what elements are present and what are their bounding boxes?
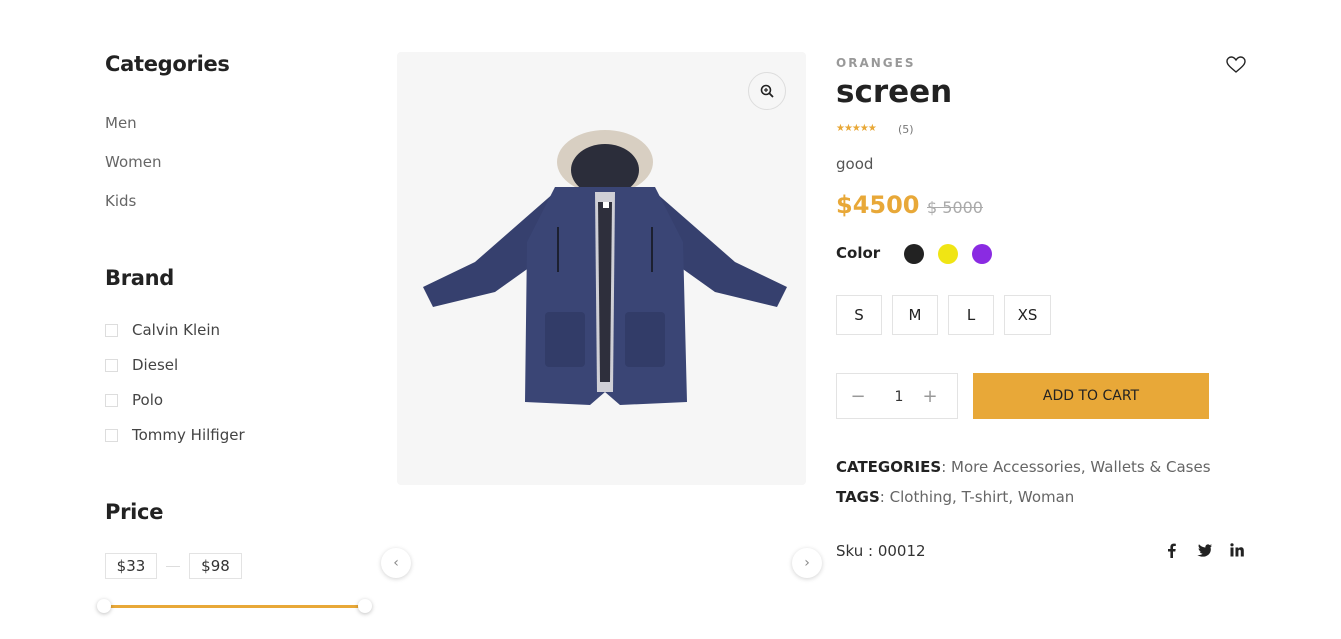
size-option-l[interactable]: L bbox=[948, 295, 994, 335]
brand-filter-tommy-hilfiger[interactable]: Tommy Hilfiger bbox=[105, 426, 245, 444]
size-option-m[interactable]: M bbox=[892, 295, 938, 335]
brand-filter-polo[interactable]: Polo bbox=[105, 391, 163, 409]
linkedin-icon[interactable] bbox=[1229, 542, 1245, 558]
checkbox[interactable] bbox=[105, 323, 118, 337]
chevron-left-icon: ‹ bbox=[393, 555, 399, 571]
original-price: $ 5000 bbox=[927, 198, 983, 217]
tags-separator: : bbox=[879, 488, 890, 506]
brand-filter-diesel[interactable]: Diesel bbox=[105, 356, 178, 374]
short-description: good bbox=[836, 155, 874, 173]
gallery-prev-button[interactable]: ‹ bbox=[381, 548, 411, 578]
categories-separator: : bbox=[941, 458, 952, 476]
brand-label: Polo bbox=[132, 391, 164, 409]
brand-heading: Brand bbox=[105, 266, 175, 290]
checkbox[interactable] bbox=[105, 393, 118, 407]
tag-link[interactable]: T-shirt bbox=[962, 488, 1009, 506]
twitter-icon[interactable] bbox=[1196, 542, 1212, 558]
color-label: Color bbox=[836, 244, 881, 262]
heart-icon[interactable] bbox=[1226, 56, 1246, 74]
brand-label: Calvin Klein bbox=[132, 321, 221, 339]
price-range-min-handle[interactable] bbox=[97, 599, 111, 613]
add-to-cart-button[interactable]: ADD TO CART bbox=[973, 373, 1209, 419]
facebook-icon[interactable] bbox=[1163, 542, 1179, 558]
category-link-kids[interactable]: Kids bbox=[105, 192, 136, 210]
tag-link[interactable]: Woman bbox=[1018, 488, 1074, 506]
price-min-box[interactable]: $33 bbox=[105, 553, 157, 579]
category-link-women[interactable]: Women bbox=[105, 153, 161, 171]
color-swatch-yellow[interactable] bbox=[938, 244, 958, 264]
price-separator bbox=[166, 566, 180, 567]
tags-label: TAGS bbox=[836, 488, 880, 506]
checkbox[interactable] bbox=[105, 358, 118, 372]
tag-link[interactable]: Clothing bbox=[890, 488, 952, 506]
category-link[interactable]: Wallets & Cases bbox=[1090, 458, 1210, 476]
brand-filter-calvin-klein[interactable]: Calvin Klein bbox=[105, 321, 220, 339]
checkbox[interactable] bbox=[105, 428, 118, 442]
product-sku: Sku : 00012 bbox=[836, 542, 926, 560]
categories-heading: Categories bbox=[105, 52, 230, 76]
zoom-in-icon bbox=[760, 84, 774, 98]
zoom-button[interactable] bbox=[748, 72, 786, 110]
categories-label: CATEGORIES bbox=[836, 458, 942, 476]
current-price: $4500 bbox=[836, 191, 920, 219]
product-image bbox=[423, 130, 787, 405]
product-categories: CATEGORIES: More Accessories, Wallets & … bbox=[836, 458, 1211, 476]
category-link-men[interactable]: Men bbox=[105, 114, 137, 132]
brand-label: Diesel bbox=[132, 356, 179, 374]
quantity-increase-button[interactable]: + bbox=[918, 384, 942, 408]
review-count[interactable]: (5) bbox=[898, 123, 914, 136]
color-swatch-purple[interactable] bbox=[972, 244, 992, 264]
quantity-decrease-button[interactable]: − bbox=[846, 384, 870, 408]
product-title: screen bbox=[836, 74, 953, 110]
product-brand: ORANGES bbox=[836, 56, 916, 70]
category-link[interactable]: More Accessories bbox=[951, 458, 1081, 476]
gallery-next-button[interactable]: › bbox=[792, 548, 822, 578]
size-option-s[interactable]: S bbox=[836, 295, 882, 335]
size-option-xs[interactable]: XS bbox=[1004, 295, 1051, 335]
color-swatch-black[interactable] bbox=[904, 244, 924, 264]
chevron-right-icon: › bbox=[804, 555, 810, 571]
price-range-max-handle[interactable] bbox=[358, 599, 372, 613]
product-tags: TAGS: Clothing, T-shirt, Woman bbox=[836, 488, 1075, 506]
product-image-gallery bbox=[397, 52, 806, 485]
brand-label: Tommy Hilfiger bbox=[132, 426, 245, 444]
price-range-track[interactable] bbox=[105, 605, 360, 608]
rating-stars: ★★★★★ bbox=[836, 123, 877, 134]
quantity-stepper: − + bbox=[836, 373, 958, 419]
price-max-box[interactable]: $98 bbox=[189, 553, 242, 579]
quantity-input[interactable] bbox=[877, 385, 921, 409]
price-heading: Price bbox=[105, 500, 164, 524]
